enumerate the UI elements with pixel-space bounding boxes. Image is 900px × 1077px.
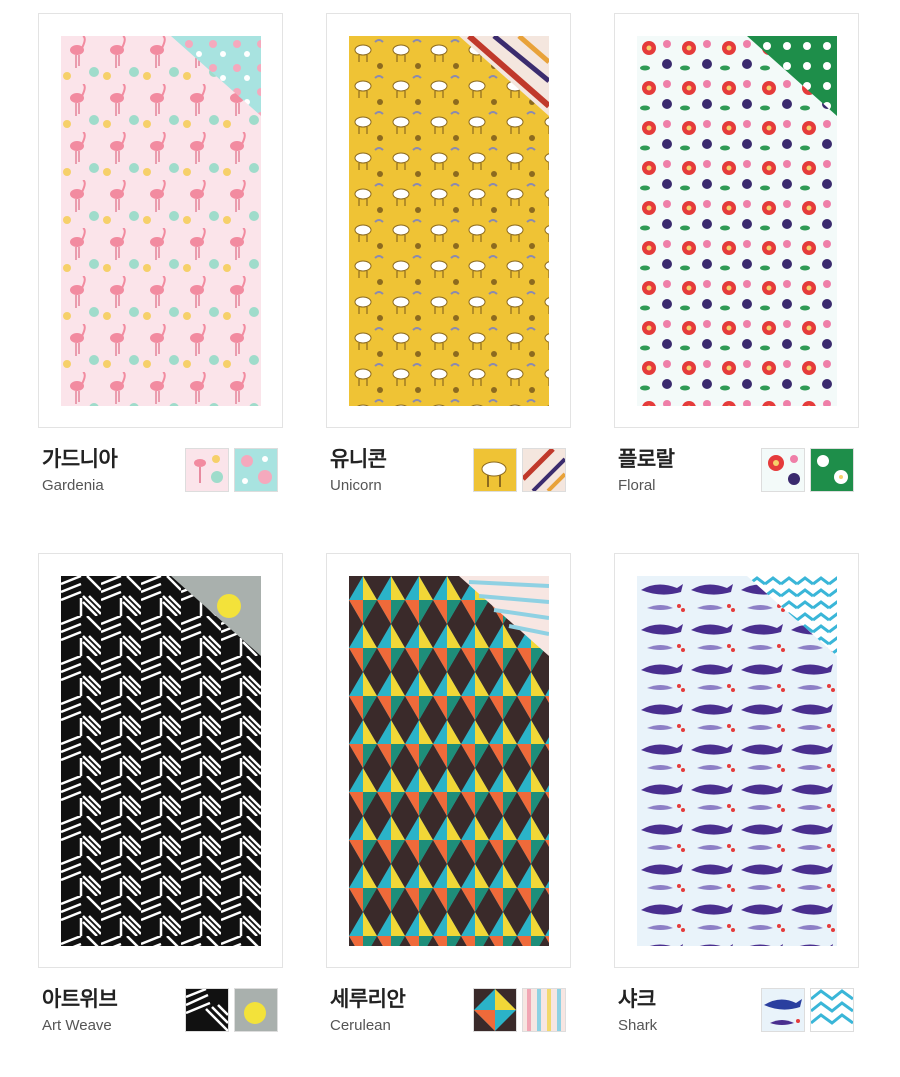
floral-mint-swatch[interactable] <box>234 448 278 492</box>
product-name-english: Floral <box>618 477 656 494</box>
product-name-english: Gardenia <box>42 477 104 494</box>
towel-art-weave-image <box>61 576 261 946</box>
towel-cerulean-image <box>349 576 549 946</box>
product-image-frame[interactable] <box>326 553 571 968</box>
product-name-korean: 세루리안 <box>330 987 406 1011</box>
towel-shark-image <box>637 576 837 946</box>
towel-unicorn-image <box>349 36 549 406</box>
leaf-stripe-swatch[interactable] <box>522 448 566 492</box>
chevron-blue-swatch[interactable] <box>810 988 854 1032</box>
product-name-korean: 샤크 <box>618 987 656 1011</box>
product-name-english: Cerulean <box>330 1017 391 1034</box>
product-name-korean: 아트위브 <box>42 987 118 1011</box>
stripe-pastel-swatch[interactable] <box>522 988 566 1032</box>
unicorn-yellow-swatch[interactable] <box>473 448 517 492</box>
product-name-english: Unicorn <box>330 477 382 494</box>
floral-white-swatch[interactable] <box>761 448 805 492</box>
weave-bw-swatch[interactable] <box>185 988 229 1032</box>
product-name-english: Art Weave <box>42 1017 112 1034</box>
towel-floral-image <box>637 36 837 406</box>
flamingo-pattern-swatch[interactable] <box>185 448 229 492</box>
product-image-frame[interactable] <box>38 553 283 968</box>
shark-swatch[interactable] <box>761 988 805 1032</box>
product-image-frame[interactable] <box>38 13 283 428</box>
product-name-english: Shark <box>618 1017 658 1034</box>
product-image-frame[interactable] <box>614 13 859 428</box>
diamond-swatch[interactable] <box>473 988 517 1032</box>
product-image-frame[interactable] <box>326 13 571 428</box>
product-name-korean: 플로랄 <box>618 447 675 471</box>
floral-green-swatch[interactable] <box>810 448 854 492</box>
product-name-korean: 유니콘 <box>330 447 387 471</box>
sun-yellow-swatch[interactable] <box>234 988 278 1032</box>
product-image-frame[interactable] <box>614 553 859 968</box>
towel-gardenia-image <box>61 36 261 406</box>
product-name-korean: 가드니아 <box>42 447 118 471</box>
